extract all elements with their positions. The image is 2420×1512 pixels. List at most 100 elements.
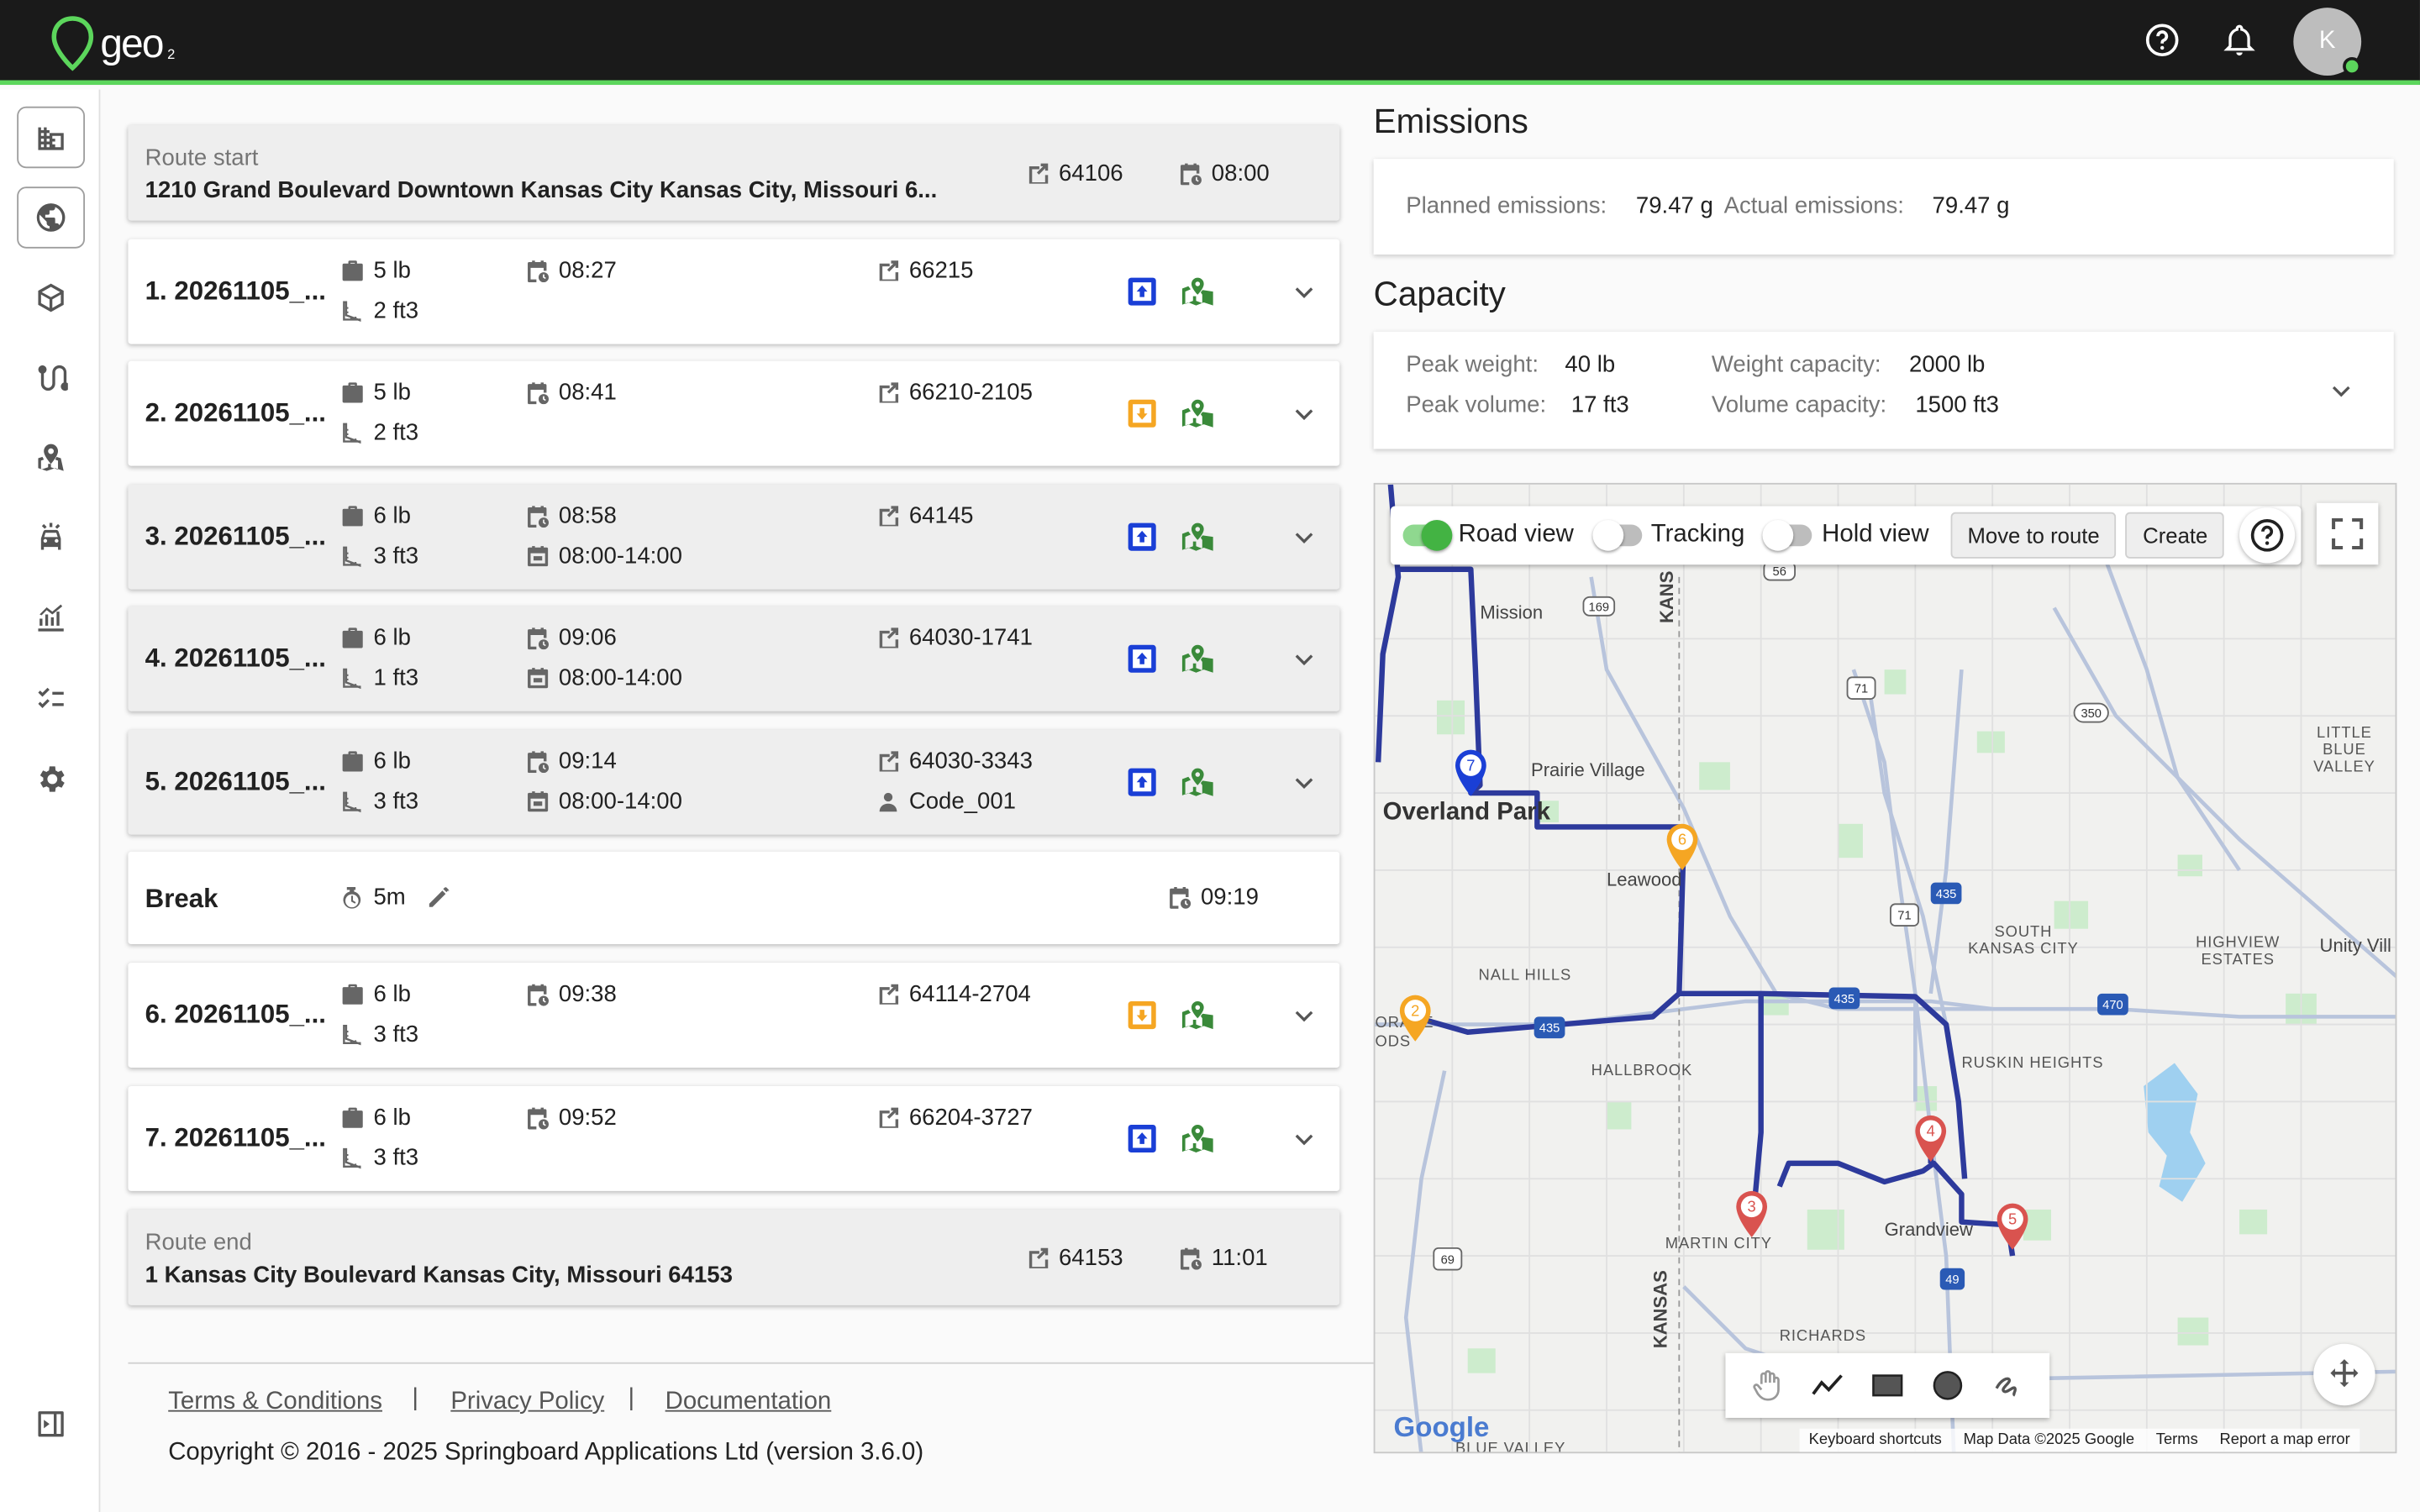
sidebar-item-checklist[interactable] <box>17 668 85 729</box>
show-on-map-icon[interactable] <box>1181 522 1214 553</box>
show-on-map-icon[interactable] <box>1181 1000 1214 1031</box>
sidebar-collapse-toggle[interactable] <box>17 1394 85 1455</box>
delivery-type-icon[interactable] <box>1127 1123 1158 1154</box>
stop-postcode: 66204-3727 <box>876 1105 1033 1131</box>
keyboard-shortcuts-link[interactable]: Keyboard shortcuts <box>1809 1431 1942 1450</box>
volume-ruler-icon <box>343 301 361 323</box>
edit-pencil-icon[interactable] <box>426 884 452 910</box>
show-on-map-icon[interactable] <box>1181 398 1214 429</box>
stop-marker[interactable]: 5 <box>1994 1200 2031 1252</box>
stop-eta: 08:27 <box>526 258 617 284</box>
hold-view-toggle[interactable] <box>1763 519 1813 551</box>
actual-emissions-value: 79.47 g <box>1932 192 2010 219</box>
recenter-button[interactable] <box>2313 1343 2375 1406</box>
capacity-card[interactable]: Peak weight: 40 lb Peak volume: 17 ft3 W… <box>1373 331 2394 449</box>
map-terms-link[interactable]: Terms <box>2156 1431 2198 1450</box>
rectangle-icon[interactable] <box>1870 1368 1904 1402</box>
tracking-toggle[interactable] <box>1591 519 1642 551</box>
sidebar-item-analytics[interactable] <box>17 588 85 649</box>
stop-eta-text: 09:52 <box>558 1105 617 1131</box>
planned-emissions-value: 79.47 g <box>1635 192 1713 219</box>
chevron-down-icon[interactable] <box>1292 770 1316 795</box>
stop-card[interactable]: 2. 20261105_... 5 lb 2 ft3 08:41 66210-2105 <box>128 360 1340 466</box>
sidebar <box>0 89 101 1512</box>
route-end-card[interactable]: Route end 1 Kansas City Boulevard Kansas… <box>128 1209 1340 1305</box>
weight-bag-icon <box>342 751 363 772</box>
delivery-type-icon[interactable] <box>1127 767 1158 798</box>
user-avatar[interactable]: K <box>2293 8 2362 76</box>
help-icon[interactable] <box>2144 22 2181 59</box>
stop-card[interactable]: 7. 20261105_... 6 lb 3 ft3 09:52 66204-3727 <box>128 1086 1340 1191</box>
map-help-button[interactable] <box>2239 507 2296 564</box>
create-button[interactable]: Create <box>2125 512 2225 559</box>
stop-card[interactable]: 3. 20261105_... 6 lb 3 ft3 08:58 08:00-14:00… <box>128 484 1340 590</box>
move-to-route-button[interactable]: Move to route <box>1950 512 2117 559</box>
show-on-map-icon[interactable] <box>1181 1123 1214 1154</box>
weight-capacity-value: 2000 lb <box>1908 351 1986 378</box>
stop-card[interactable]: 4. 20261105_... 6 lb 1 ft3 09:06 08:00-14:00… <box>128 606 1340 711</box>
pickup-type-icon[interactable] <box>1127 1000 1158 1031</box>
freehand-icon[interactable] <box>1991 1368 2024 1402</box>
delivery-type-icon[interactable] <box>1127 276 1158 307</box>
delivery-type-icon[interactable] <box>1127 522 1158 553</box>
road-view-toggle[interactable] <box>1402 519 1453 551</box>
pan-arrows-icon <box>2330 1359 2359 1388</box>
chevron-down-icon[interactable] <box>1292 1126 1316 1151</box>
delivery-type-icon[interactable] <box>1127 643 1158 675</box>
stop-marker[interactable]: 4 <box>1912 1112 1949 1164</box>
sidebar-item-map[interactable] <box>17 428 85 489</box>
documentation-link[interactable]: Documentation <box>666 1389 832 1416</box>
sidebar-item-globe[interactable] <box>17 186 86 249</box>
shield-text: 435 <box>1834 993 1855 1006</box>
show-on-map-icon[interactable] <box>1181 767 1214 798</box>
sidebar-item-settings[interactable] <box>17 748 85 810</box>
app-logo[interactable]: geo 2 <box>50 14 175 73</box>
chevron-down-icon[interactable] <box>1292 279 1316 303</box>
pickup-type-icon[interactable] <box>1127 398 1158 429</box>
footer-separator: | <box>412 1385 419 1412</box>
stop-card[interactable]: 6. 20261105_... 6 lb 3 ft3 09:38 64114-2704 <box>128 963 1340 1068</box>
break-card[interactable]: Break 5m 09:19 <box>128 851 1340 945</box>
chevron-down-icon[interactable] <box>1292 647 1316 671</box>
marker-number: 6 <box>1678 831 1686 848</box>
sidebar-item-vehicles[interactable] <box>17 507 85 569</box>
fullscreen-button[interactable] <box>2316 502 2379 565</box>
stop-card[interactable]: 5. 20261105_... 6 lb 3 ft3 09:14 08:00-14:00… <box>128 729 1340 835</box>
stop-postcode: 64030-1741 <box>876 625 1033 651</box>
sidebar-item-buildings[interactable] <box>17 106 86 169</box>
postcode-icon <box>1028 163 1049 184</box>
privacy-link[interactable]: Privacy Policy <box>450 1389 604 1416</box>
stop-postcode: 64114-2704 <box>876 981 1031 1007</box>
chevron-down-icon[interactable] <box>1292 402 1316 426</box>
stop-marker[interactable]: 3 <box>1733 1188 1770 1240</box>
stop-volume: 3 ft3 <box>341 1145 418 1171</box>
stop-marker[interactable]: 6 <box>1664 821 1701 873</box>
chevron-down-icon[interactable] <box>1292 1003 1316 1027</box>
stop-marker[interactable]: 2 <box>1397 992 1434 1044</box>
stop-postcode-text: 66215 <box>908 257 974 284</box>
stop-postcode: 66215 <box>876 258 973 284</box>
stop-marker[interactable]: 7 <box>1452 747 1489 799</box>
route-start-card[interactable]: Route start 1210 Grand Boulevard Downtow… <box>128 124 1340 221</box>
stop-card[interactable]: 1. 20261105_... 5 lb 2 ft3 08:27 66215 <box>128 239 1340 344</box>
stop-name: 4. 20261105_... <box>145 643 326 673</box>
stop-volume-text: 3 ft3 <box>373 1144 419 1172</box>
show-on-map-icon[interactable] <box>1181 643 1214 675</box>
stop-volume-text: 3 ft3 <box>373 543 419 570</box>
chevron-down-icon[interactable] <box>2329 378 2354 402</box>
chevron-down-icon[interactable] <box>1292 524 1316 549</box>
break-time-text: 09:19 <box>1200 884 1259 911</box>
shield-text: 435 <box>1936 888 1957 901</box>
report-error-link[interactable]: Report a map error <box>2220 1431 2350 1450</box>
volume-capacity-label: Volume capacity: <box>1711 391 1887 418</box>
show-on-map-icon[interactable] <box>1181 276 1214 307</box>
terms-link[interactable]: Terms & Conditions <box>168 1389 382 1416</box>
sidebar-item-packages[interactable] <box>17 267 85 328</box>
polyline-icon[interactable] <box>1811 1368 1844 1402</box>
route-map[interactable]: 169 56 71 350 435 71 435 470 435 49 69 M… <box>1373 482 2397 1454</box>
notifications-bell-icon[interactable] <box>2221 22 2258 59</box>
pan-hand-icon[interactable] <box>1751 1368 1785 1402</box>
sidebar-item-routes[interactable] <box>17 347 85 408</box>
circle-icon[interactable] <box>1930 1368 1964 1402</box>
logo-text: geo <box>100 18 164 66</box>
